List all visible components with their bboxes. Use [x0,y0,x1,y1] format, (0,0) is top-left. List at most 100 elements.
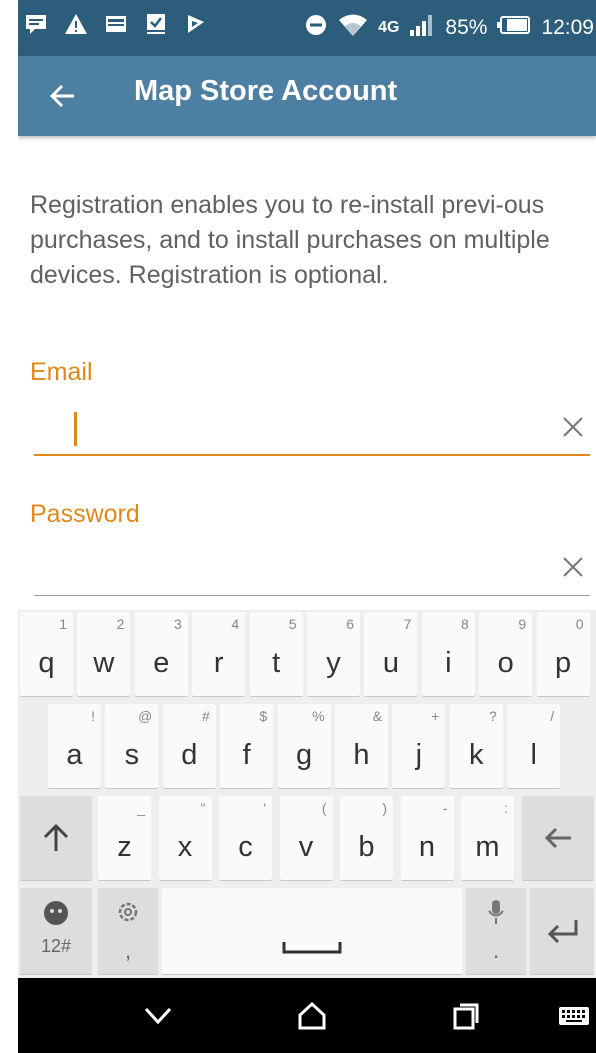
period-key[interactable]: . [466,888,526,974]
key-alt-label: % [312,708,325,724]
key-alt-label: ) [382,800,387,816]
keyboard-icon [559,1007,589,1025]
key-alt-label: ? [489,708,497,724]
key-alt-label: 4 [231,616,240,632]
key-alt-label: : [504,800,508,816]
symbols-key[interactable]: 12# [20,888,92,974]
key-alt-label: / [550,708,555,724]
key-alt-label: 2 [116,616,125,632]
nav-home-button[interactable] [292,996,332,1036]
key-r[interactable]: 4r [192,612,246,696]
key-alt-label: 1 [59,616,67,632]
enter-key[interactable] [530,888,594,974]
key-w[interactable]: 2w [77,612,131,696]
key-m[interactable]: :m [461,796,514,880]
key-o[interactable]: 9o [479,612,533,696]
key-alt-label: & [372,708,382,724]
key-g[interactable]: % g [277,704,331,788]
key-label: k [469,739,484,771]
key-alt-label: $ [259,708,268,724]
key-i[interactable]: 8i [421,612,475,696]
status-bar: 4G 85% 12:09 [18,0,596,56]
nav-keyboard-button[interactable] [554,996,594,1036]
key-k[interactable]: ? k [449,704,503,788]
home-icon [298,1001,326,1030]
key-label: l [530,739,537,771]
key-alt-label: # [202,708,210,724]
key-label: v [298,831,314,863]
key-b[interactable]: ) b [340,796,393,880]
password-underline [34,595,590,596]
key-a[interactable]: ! a [48,704,101,788]
key-label: z [117,831,132,863]
key-label: m [475,831,500,863]
key-alt-label: 6 [346,616,354,632]
key-t[interactable]: 5t [249,612,303,696]
key-j[interactable]: + j [392,704,446,788]
key-alt-label: 8 [461,616,469,632]
key-alt-label: 9 [518,616,527,632]
period-label: . [492,938,500,963]
page-title: Map Store Account [134,75,398,107]
key-alt-label: ( [321,800,327,816]
key-label: g [296,739,313,771]
key-label: y [326,647,341,679]
key-label: q [38,647,55,679]
microphone-icon [488,900,504,924]
key-u[interactable]: 7u [364,612,418,696]
key-label: t [272,647,281,679]
nav-back-button[interactable] [138,996,178,1036]
password-clear-button[interactable] [558,552,588,582]
key-label: b [358,831,375,863]
do-not-disturb-icon [304,13,328,43]
password-label: Password [30,500,140,528]
key-d[interactable]: # d [162,704,216,788]
enter-icon [547,920,578,944]
key-z[interactable]: _ z [98,796,151,880]
wifi-icon [338,12,368,44]
key-label: e [153,647,170,679]
key-label: c [238,831,253,863]
notification-icons [24,12,208,36]
key-alt-label: 0 [575,616,584,632]
email-field[interactable] [34,402,590,456]
key-f[interactable]: $ f [220,704,274,788]
app-bar: Map Store Account [18,56,596,136]
symbols-label: 12# [40,936,72,956]
key-n[interactable]: -n [400,796,454,880]
key-v[interactable]: (v [279,796,333,880]
system-icons: 4G 85% 12:09 [304,10,596,46]
arrow-back-icon [49,84,74,108]
key-alt-label: " [200,800,206,816]
nav-recents-button[interactable] [446,996,486,1036]
key-y[interactable]: 6y [307,612,360,696]
signal-icon [409,13,435,43]
key-x[interactable]: " x [158,796,212,880]
key-label: p [555,647,572,679]
shift-key[interactable] [20,796,92,880]
network-type: 4G [378,19,400,36]
key-label: a [66,739,83,771]
settings-icon [118,902,138,922]
email-clear-button[interactable] [558,412,588,442]
backspace-key[interactable] [522,796,594,880]
back-button[interactable] [44,76,84,116]
key-s[interactable]: @ s [105,704,159,788]
key-h[interactable]: & h [335,704,388,788]
key-l[interactable]: / l [507,704,561,788]
flag-icon [184,12,208,36]
email-underline [34,454,590,456]
comma-key[interactable]: , [98,888,158,974]
backspace-icon [544,827,571,849]
key-alt-label: 5 [288,616,297,632]
key-q[interactable]: 1q [20,612,73,696]
emoji-icon [44,901,68,925]
key-p[interactable]: 0p [536,612,590,696]
key-label: r [213,647,224,679]
key-e[interactable]: 3e [134,612,188,696]
key-label: x [177,831,193,863]
space-key[interactable] [162,888,462,974]
key-alt-label: @ [138,708,153,724]
key-c[interactable]: ' c [219,796,272,880]
password-field[interactable] [34,542,590,596]
